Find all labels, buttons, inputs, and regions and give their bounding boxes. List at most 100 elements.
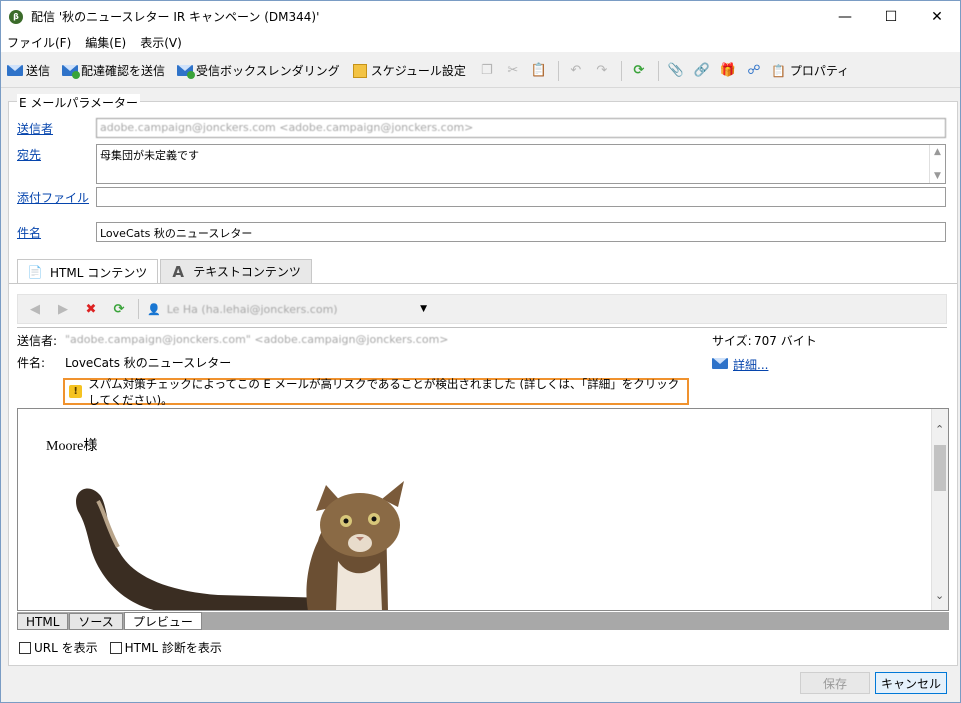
delivery-window: β 配信 '秋のニュースレター IR キャンペーン (DM344)' — ☐ ✕…: [0, 0, 961, 703]
minimize-icon[interactable]: —: [822, 1, 868, 32]
html-doc-icon: 📄: [27, 265, 43, 279]
tab-text-label: テキストコンテンツ: [193, 265, 301, 279]
delete-icon[interactable]: ✖: [82, 300, 100, 318]
toolbar-separator: [620, 60, 622, 81]
preview-toolbar: ◀ ▶ ✖ ⟳ 👤 Le Ha (ha.lehai@jonckers.com) …: [17, 294, 947, 324]
sender-link[interactable]: 送信者: [17, 120, 53, 137]
recipient-link[interactable]: 宛先: [17, 146, 41, 163]
scroll-up-icon[interactable]: ⌃: [935, 423, 944, 436]
menu-view[interactable]: 表示(V): [140, 34, 182, 51]
send-proof-button[interactable]: 配達確認を送信: [62, 62, 165, 79]
inbox-rendering-button[interactable]: 受信ボックスレンダリング: [177, 62, 340, 79]
scroll-thumb[interactable]: [934, 445, 946, 491]
subject-field[interactable]: LoveCats 秋のニュースレター: [96, 222, 946, 242]
cat-image: [76, 481, 404, 610]
main-toolbar: 送信 配達確認を送信 受信ボックスレンダリング スケジュール設定 ❐ ✂ 📋 ↶…: [1, 54, 960, 88]
envelope-check-icon: [62, 64, 81, 79]
scroll-up-icon: ▲: [934, 147, 941, 157]
attachment-field[interactable]: [96, 187, 946, 207]
copy-icon[interactable]: ❐: [478, 62, 496, 80]
save-button[interactable]: 保存: [800, 672, 870, 694]
link-icon[interactable]: 🔗: [693, 62, 711, 80]
attachment-link[interactable]: 添付ファイル: [17, 189, 89, 206]
preview-greeting: Moore様: [46, 439, 98, 454]
properties-label: プロパティ: [789, 64, 850, 78]
email-editor-panel: E メールパラメーター 送信者 adobe.campaign@jonckers.…: [8, 94, 958, 666]
preview-toolbar-separator: [138, 299, 139, 319]
show-url-label: URL を表示: [34, 641, 98, 655]
undo-icon[interactable]: ↶: [567, 62, 585, 80]
show-html-diag-box[interactable]: [109, 641, 122, 654]
info-sender-label: 送信者:: [17, 334, 58, 348]
cut-icon[interactable]: ✂: [504, 62, 522, 80]
scroll-down-icon: ▼: [934, 171, 941, 181]
attachment-icon[interactable]: 📎: [667, 62, 685, 80]
redo-icon[interactable]: ↷: [593, 62, 611, 80]
close-icon[interactable]: ✕: [914, 1, 960, 32]
tab-html-content[interactable]: 📄 HTML コンテンツ: [17, 259, 159, 284]
schedule-button[interactable]: スケジュール設定: [352, 62, 466, 79]
dropdown-arrow-icon: ▼: [420, 304, 427, 314]
size-label: サイズ:: [712, 334, 752, 348]
recipient-value: 母集団が未定義です: [100, 149, 199, 162]
spam-warning-box: ! スパム対策チェックによってこの E メールが高リスクであることが検出されまし…: [63, 377, 689, 407]
sender-field[interactable]: adobe.campaign@jonckers.com <adobe.campa…: [96, 118, 946, 138]
scroll-down-icon[interactable]: ⌄: [935, 589, 944, 602]
show-url-box[interactable]: [19, 641, 31, 654]
paste-icon[interactable]: 📋: [530, 62, 548, 80]
show-html-diag-checkbox[interactable]: HTML 診断を表示: [109, 639, 222, 656]
refresh-icon[interactable]: ⟳: [630, 62, 648, 80]
schedule-label: スケジュール設定: [370, 64, 466, 78]
gift-icon[interactable]: 🎁: [719, 62, 737, 80]
refresh-preview-icon[interactable]: ⟳: [110, 300, 128, 318]
info-subject-value: LoveCats 秋のニュースレター: [65, 356, 232, 370]
text-a-icon: A: [172, 262, 185, 281]
header-divider: [17, 327, 947, 328]
clipboard-icon: 📋: [771, 63, 787, 78]
title-bar: β 配信 '秋のニュースレター IR キャンペーン (DM344)' — ☐ ✕: [1, 1, 960, 32]
info-subject-label: 件名:: [17, 356, 46, 370]
envelope-icon: [7, 64, 23, 78]
window-title: 配信 '秋のニュースレター IR キャンペーン (DM344)': [31, 10, 320, 24]
user-icon: 👤: [147, 302, 161, 316]
toolbar-separator: [557, 60, 559, 81]
window-controls: — ☐ ✕: [822, 1, 960, 32]
cancel-button[interactable]: キャンセル: [875, 672, 947, 694]
email-preview-pane[interactable]: Moore様 ⌃ ⌄: [17, 408, 949, 611]
show-html-diag-label: HTML 診断を表示: [124, 641, 222, 655]
preview-scrollbar[interactable]: ⌃ ⌄: [931, 409, 948, 610]
menu-bar: ファイル(F) 編集(E) 表示(V): [1, 32, 960, 52]
calendar-icon: [352, 63, 368, 78]
send-button[interactable]: 送信: [7, 62, 50, 79]
menu-file[interactable]: ファイル(F): [7, 34, 71, 51]
email-params-group-label: E メールパラメーター: [17, 94, 141, 111]
campaign-logo-icon: β: [9, 9, 23, 24]
send-proof-label: 配達確認を送信: [81, 64, 166, 78]
toolbar-separator: [657, 60, 659, 81]
test-user-selector[interactable]: 👤 Le Ha (ha.lehai@jonckers.com) ▼: [147, 303, 427, 316]
dialog-footer: 保存 キャンセル: [1, 666, 960, 702]
warning-icon: !: [69, 385, 83, 398]
menu-edit[interactable]: 編集(E): [85, 34, 126, 51]
preview-options: URL を表示 HTML 診断を表示: [19, 639, 234, 656]
subject-link[interactable]: 件名: [17, 224, 41, 241]
inbox-rendering-label: 受信ボックスレンダリング: [196, 64, 340, 78]
envelope-rendering-icon: [177, 64, 196, 79]
tab-html-source[interactable]: HTML: [17, 613, 69, 630]
details-link[interactable]: 詳細...: [733, 356, 768, 373]
tab-text-content[interactable]: A テキストコンテンツ: [160, 259, 312, 283]
tab-preview[interactable]: プレビュー: [123, 612, 202, 630]
recipient-scrollbar[interactable]: ▲ ▼: [929, 145, 945, 183]
maximize-icon[interactable]: ☐: [868, 1, 914, 32]
recipient-field[interactable]: 母集団が未定義です ▲ ▼: [96, 144, 946, 184]
show-url-checkbox[interactable]: URL を表示: [19, 639, 98, 656]
size-value: 707 バイト: [754, 334, 817, 348]
info-sender-value: "adobe.campaign@jonckers.com" <adobe.cam…: [65, 333, 449, 346]
tab-source[interactable]: ソース: [69, 613, 123, 630]
view-mode-tabs: HTML ソース プレビュー: [17, 612, 949, 630]
properties-button[interactable]: 📋 プロパティ: [771, 62, 849, 79]
tracking-icon[interactable]: ☍: [745, 62, 763, 80]
content-tabs: 📄 HTML コンテンツ A テキストコンテンツ: [17, 259, 314, 284]
back-icon[interactable]: ◀: [26, 300, 44, 318]
forward-icon[interactable]: ▶: [54, 300, 72, 318]
